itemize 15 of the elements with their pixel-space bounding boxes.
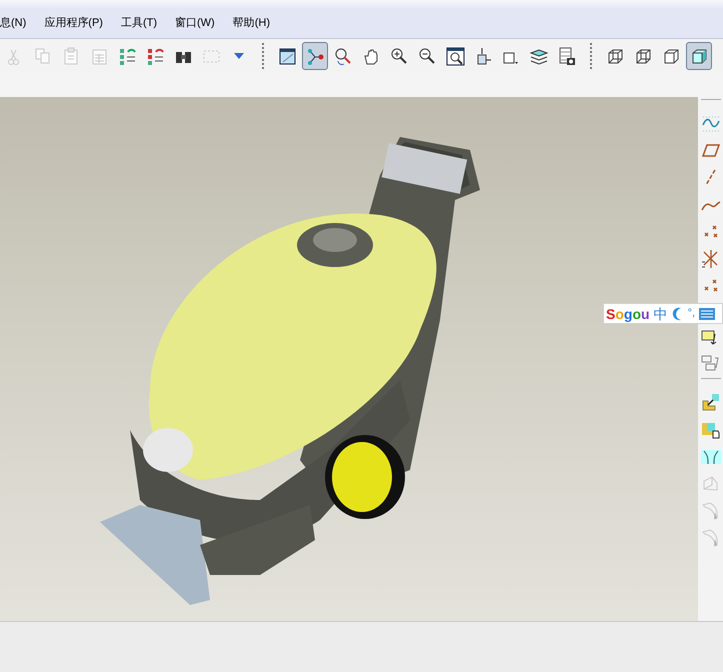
viewport-icon	[276, 46, 298, 66]
ime-logo: Sogou	[606, 306, 650, 320]
punctuation-toggle[interactable]: °,	[688, 308, 696, 319]
toolbar-button[interactable]	[686, 42, 712, 70]
zoomin-icon	[388, 46, 410, 66]
model-viewport[interactable]	[0, 97, 698, 621]
keyboard-icon[interactable]	[699, 308, 716, 320]
menu-item[interactable]: 工具(T)	[120, 14, 157, 32]
caret-icon	[234, 53, 244, 59]
menu-item[interactable]: 息(N)	[0, 14, 26, 32]
menu-item[interactable]: 窗口(W)	[175, 14, 215, 32]
zoomout-icon	[416, 46, 438, 66]
menu-item[interactable]: 帮助(H)	[232, 14, 270, 32]
menu-item[interactable]: 应用程序(P)	[44, 14, 103, 32]
input-mode-toggle[interactable]: 中	[654, 306, 668, 320]
